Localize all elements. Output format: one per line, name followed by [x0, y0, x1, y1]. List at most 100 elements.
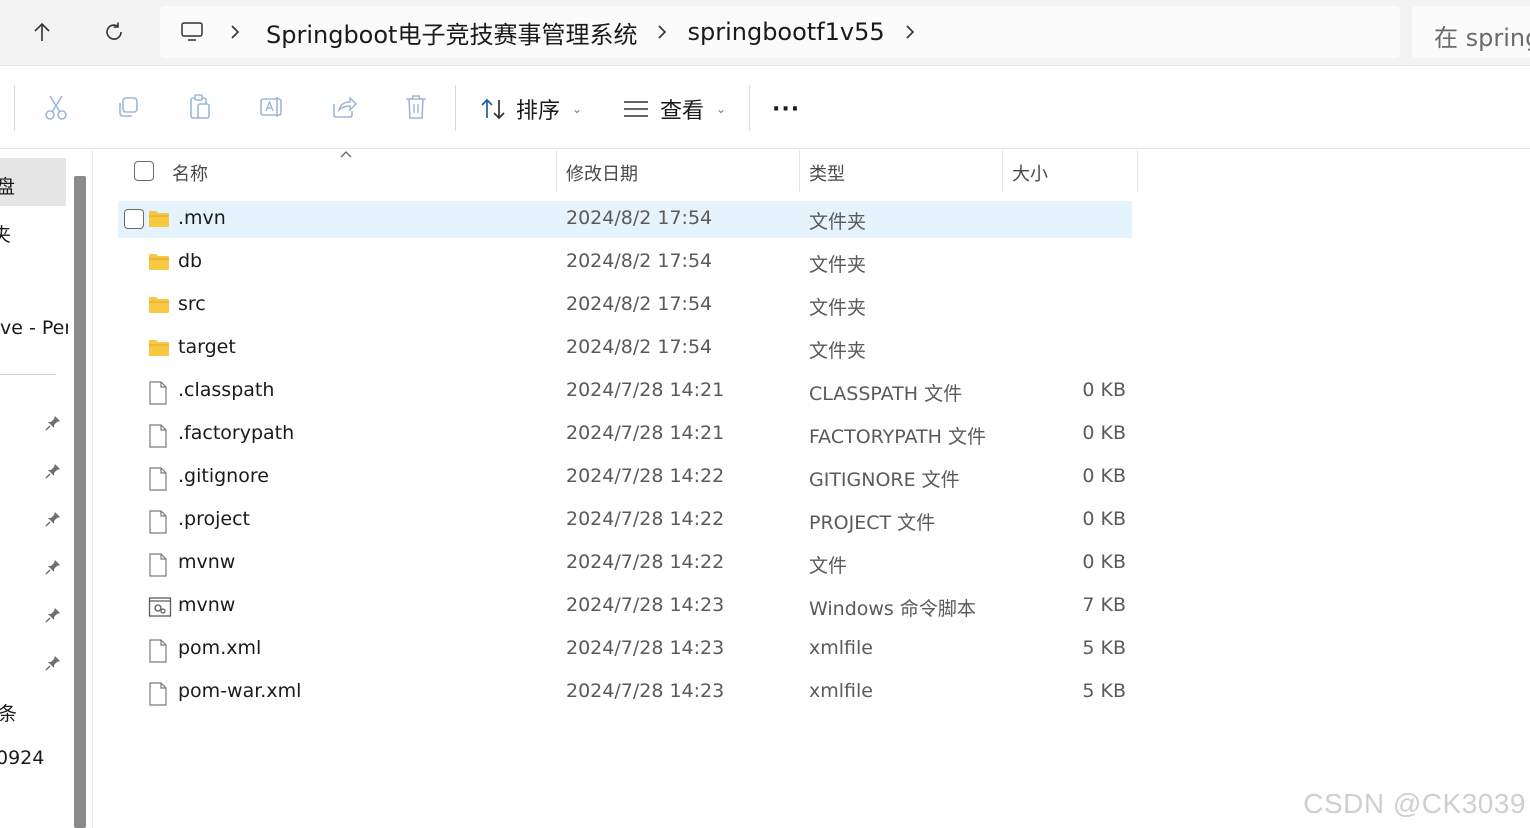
- file-row[interactable]: .classpath 2024/7/28 14:21 CLASSPATH 文件 0 K…: [118, 373, 1132, 410]
- row-checkbox[interactable]: [124, 209, 144, 229]
- file-row[interactable]: mvnw 2024/7/28 14:23 Windows 命令脚本 7 KB: [118, 588, 1132, 625]
- file-row[interactable]: db 2024/8/2 17:54 文件夹: [118, 244, 1132, 281]
- command-bar: 排序 ⌄ 查看 ⌄ ···: [0, 67, 1530, 149]
- file-name: pom-war.xml: [178, 680, 302, 702]
- select-all-checkbox[interactable]: [134, 161, 154, 181]
- trash-icon: [406, 95, 426, 119]
- divider: [14, 85, 15, 131]
- sidebar-item-drive[interactable]: 盘: [0, 172, 15, 206]
- sidebar-item-date-folder[interactable]: 0924: [0, 747, 44, 781]
- file-name: mvnw: [178, 551, 236, 573]
- file-list: 名称 修改日期 类型 大小 .mvn 2024/8/2 17:54 文件夹 db 202…: [96, 150, 1530, 828]
- column-divider[interactable]: [1137, 150, 1138, 192]
- sort-label: 排序: [516, 99, 561, 124]
- pin-icon: [45, 464, 60, 479]
- file-type: 文件夹: [809, 340, 867, 362]
- file-type: 文件夹: [809, 254, 867, 276]
- sidebar-scrollbar[interactable]: [74, 176, 86, 828]
- column-divider[interactable]: [799, 150, 800, 192]
- more-options-button[interactable]: ···: [772, 89, 800, 129]
- breadcrumb-project[interactable]: Springboot电子竞技赛事管理系统: [266, 15, 637, 50]
- file-row[interactable]: mvnw 2024/7/28 14:22 文件 0 KB: [118, 545, 1132, 582]
- divider: [455, 85, 456, 131]
- pin-icon: [45, 416, 60, 431]
- sidebar-item-folder[interactable]: 夹: [0, 220, 11, 254]
- arrow-up-icon: [34, 22, 50, 41]
- file-name: db: [178, 250, 203, 272]
- pane-divider: [92, 150, 93, 828]
- column-type[interactable]: 类型: [809, 160, 845, 186]
- chevron-down-icon: ⌄: [572, 102, 583, 116]
- file-modified-date: 2024/7/28 14:22: [566, 551, 725, 573]
- sidebar-item-onedrive[interactable]: ve - Per: [0, 317, 68, 351]
- file-type: 文件夹: [809, 297, 867, 319]
- breadcrumb-folder[interactable]: springbootf1v55: [687, 18, 884, 46]
- chevron-right-icon[interactable]: [230, 24, 240, 40]
- file-size: 0 KB: [1082, 465, 1126, 487]
- file-row[interactable]: pom.xml 2024/7/28 14:23 xmlfile 5 KB: [118, 631, 1132, 668]
- delete-button[interactable]: [400, 91, 432, 123]
- file-row[interactable]: .project 2024/7/28 14:22 PROJECT 文件 0 KB: [118, 502, 1132, 539]
- computer-icon[interactable]: [180, 21, 204, 43]
- list-view-icon: [624, 101, 648, 117]
- file-row[interactable]: .mvn 2024/8/2 17:54 文件夹: [118, 201, 1132, 238]
- file-name: .classpath: [178, 379, 275, 401]
- file-name: .gitignore: [178, 465, 269, 487]
- column-divider[interactable]: [556, 150, 557, 192]
- file-type: PROJECT 文件: [809, 512, 936, 534]
- sidebar-item-recent[interactable]: 条: [0, 699, 17, 733]
- column-modified[interactable]: 修改日期: [566, 160, 638, 186]
- column-size[interactable]: 大小: [1012, 160, 1048, 186]
- file-size: 0 KB: [1082, 379, 1126, 401]
- file-row[interactable]: pom-war.xml 2024/7/28 14:23 xmlfile 5 KB: [118, 674, 1132, 711]
- folder-icon: [148, 252, 170, 274]
- address-bar[interactable]: Springboot电子竞技赛事管理系统 springbootf1v55: [160, 6, 1400, 58]
- paste-button[interactable]: [184, 91, 216, 123]
- refresh-icon: [106, 22, 122, 40]
- file-name: .mvn: [178, 207, 226, 229]
- file-type: CLASSPATH 文件: [809, 383, 963, 405]
- file-modified-date: 2024/8/2 17:54: [566, 293, 713, 315]
- sort-button[interactable]: 排序 ⌄: [480, 89, 582, 129]
- file-row[interactable]: .gitignore 2024/7/28 14:22 GITIGNORE 文件 0 K…: [118, 459, 1132, 496]
- chevron-right-icon[interactable]: [657, 24, 667, 40]
- file-type: Windows 命令脚本: [809, 598, 976, 620]
- file-modified-date: 2024/7/28 14:21: [566, 379, 725, 401]
- column-name[interactable]: 名称: [172, 160, 208, 186]
- folder-icon: [148, 209, 170, 231]
- file-modified-date: 2024/7/28 14:23: [566, 680, 725, 702]
- copy-button[interactable]: [112, 91, 144, 123]
- refresh-button[interactable]: [96, 14, 132, 50]
- copy-icon: [119, 97, 138, 117]
- file-type: FACTORYPATH 文件: [809, 426, 986, 448]
- script-file-icon: [148, 596, 172, 618]
- chevron-right-icon[interactable]: [905, 24, 915, 40]
- file-name: mvnw: [178, 594, 236, 616]
- file-size: 5 KB: [1082, 637, 1126, 659]
- file-modified-date: 2024/7/28 14:22: [566, 465, 725, 487]
- search-input[interactable]: 在 spring: [1412, 6, 1530, 58]
- chevron-down-icon: ⌄: [716, 102, 727, 116]
- file-modified-date: 2024/7/28 14:21: [566, 422, 725, 444]
- file-icon: [148, 639, 170, 663]
- file-row[interactable]: .factorypath 2024/7/28 14:21 FACTORYPATH 文…: [118, 416, 1132, 453]
- view-label: 查看: [660, 99, 705, 124]
- cut-button[interactable]: [40, 91, 72, 123]
- column-header: 名称 修改日期 类型 大小: [96, 150, 1138, 192]
- file-modified-date: 2024/7/28 14:23: [566, 594, 725, 616]
- file-icon: [148, 682, 170, 706]
- file-row[interactable]: target 2024/8/2 17:54 文件夹: [118, 330, 1132, 367]
- scissors-icon: [45, 95, 67, 120]
- file-row[interactable]: src 2024/8/2 17:54 文件夹: [118, 287, 1132, 324]
- rename-button[interactable]: [256, 91, 288, 123]
- column-divider[interactable]: [1002, 150, 1003, 192]
- divider: [749, 85, 750, 131]
- file-modified-date: 2024/8/2 17:54: [566, 336, 713, 358]
- pin-icon: [45, 608, 60, 623]
- file-type: xmlfile: [809, 680, 873, 702]
- view-button[interactable]: 查看 ⌄: [622, 89, 726, 129]
- up-button[interactable]: [24, 14, 60, 50]
- share-button[interactable]: [328, 91, 360, 123]
- file-name: target: [178, 336, 236, 358]
- file-type: xmlfile: [809, 637, 873, 659]
